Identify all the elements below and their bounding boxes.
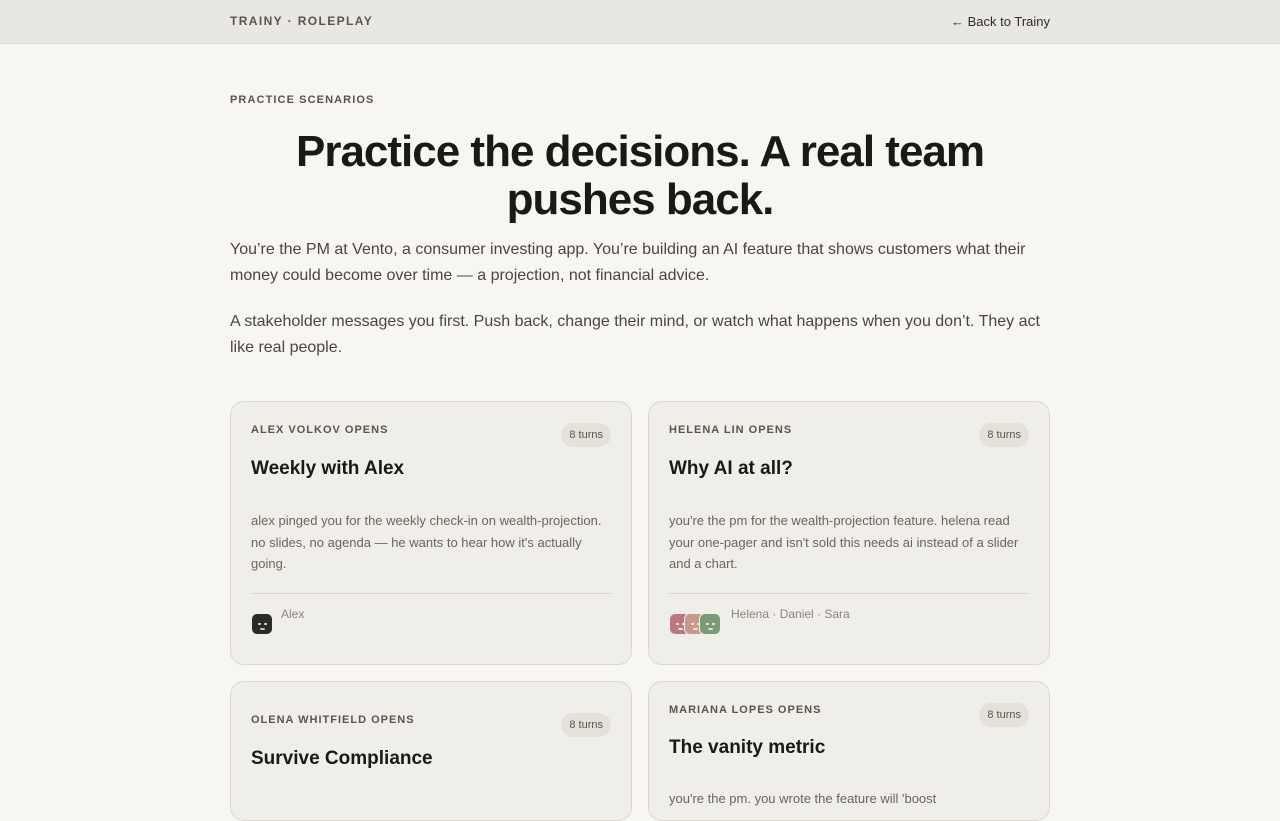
scenario-opener: ALEX VOLKOV OPENS [251,424,389,436]
scenario-card-why-ai[interactable]: HELENA LIN OPENS 8 turns Why AI at all? … [648,401,1050,665]
scenario-description: you're the pm for the wealth-projection … [669,513,1019,571]
intro-paragraph: A stakeholder messages you first. Push b… [230,313,1040,356]
brand-label: TRAINY · ROLEPLAY [230,14,374,28]
turns-badge: 8 turns [561,423,611,447]
avatar [251,613,273,635]
scenario-opener: HELENA LIN OPENS [669,424,793,436]
scenario-opener: OLENA WHITFIELD OPENS [251,714,415,726]
scenario-description: alex pinged you for the weekly check-in … [251,513,602,571]
turns-badge: 8 turns [979,423,1029,447]
scenario-title: Why AI at all? [669,458,793,479]
back-to-trainy-link[interactable]: ← Back to Trainy [951,14,1050,29]
intro-paragraph: You’re the PM at Vento, a consumer inves… [230,241,1026,284]
participant-avatars [251,613,273,637]
turns-badge: 8 turns [979,703,1029,727]
top-bar: TRAINY · ROLEPLAY ← Back to Trainy [0,0,1280,44]
scenario-card-survive-compliance[interactable]: OLENA WHITFIELD OPENS 8 turns Survive Co… [230,681,632,821]
scenario-card-weekly-with-alex[interactable]: ALEX VOLKOV OPENS 8 turns Weekly with Al… [230,401,632,665]
scenario-description: you're the pm. you wrote the feature wil… [669,791,937,806]
scenario-opener: MARIANA LOPES OPENS [669,704,822,716]
participant-avatars [669,613,721,637]
avatar [699,613,721,635]
page-title: Practice the decisions. A real team push… [295,127,985,224]
turns-badge: 8 turns [561,713,611,737]
card-divider [251,593,611,594]
scenario-title: Weekly with Alex [251,458,405,479]
participant-names: Alex [281,607,305,621]
scenario-title: Survive Compliance [251,748,433,769]
participant-names: Helena · Daniel · Sara [731,607,850,621]
section-eyebrow: PRACTICE SCENARIOS [230,94,375,106]
card-divider [669,593,1029,594]
scenario-title: The vanity metric [669,737,826,758]
scenario-card-vanity-metric[interactable]: MARIANA LOPES OPENS 8 turns The vanity m… [648,681,1050,821]
